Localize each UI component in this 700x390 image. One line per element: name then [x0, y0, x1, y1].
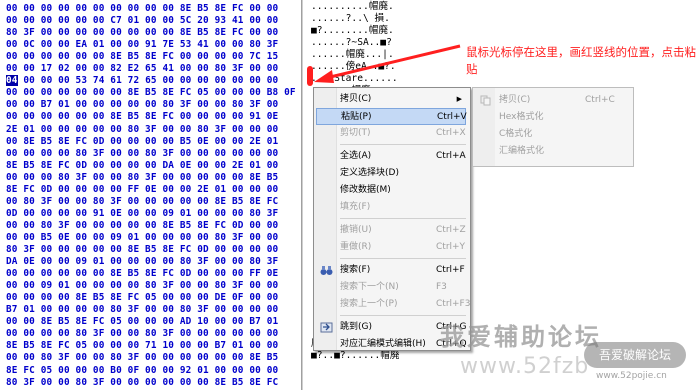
hex-row[interactable]: 00 00 17 02 00 00 82 E2 65 41 00 00 80 3…: [6, 62, 278, 75]
menu-separator: [340, 218, 466, 219]
menu-item-shortcut: Ctrl+F: [436, 265, 465, 275]
hex-dump-pane[interactable]: 00 00 00 00 00 00 00 00 00 00 8E B5 8E F…: [0, 0, 300, 390]
menu-item: 搜索下一个(N) F3: [316, 279, 466, 296]
copy-icon: [480, 95, 491, 106]
menu-item-label: 剪切(T): [340, 128, 371, 138]
submenu-item-label: C格式化: [499, 129, 533, 139]
selected-byte[interactable]: 04: [6, 75, 18, 87]
watermark-title: 我爱辅助论坛: [440, 323, 602, 351]
hex-row[interactable]: 04 00 00 00 53 74 61 72 65 00 00 00 00 0…: [6, 74, 278, 87]
hex-row[interactable]: 00 00 00 80 3F 00 00 80 3F 00 00 00 00 0…: [6, 171, 278, 184]
ascii-row[interactable]: ■?........帽廃.: [311, 24, 394, 37]
menu-separator: [340, 315, 466, 316]
hex-row[interactable]: 00 00 00 00 00 00 8E B5 8E FC 00 00 00 0…: [6, 50, 278, 63]
hex-row[interactable]: 00 00 B7 01 00 00 00 00 00 80 3F 00 00 8…: [6, 98, 278, 111]
submenu-item-label: 拷贝(C): [499, 95, 531, 105]
hex-row[interactable]: 00 00 00 00 80 3F 00 00 80 3F 00 00 00 0…: [6, 147, 278, 160]
hex-row[interactable]: 00 8E B5 8E FC 0D 00 00 00 00 B5 0E 00 0…: [6, 135, 278, 148]
menu-item-shortcut: Ctrl+V: [437, 112, 467, 122]
menu-item-label: 搜索下一个(N): [340, 282, 399, 292]
hex-row[interactable]: 00 00 00 00 00 00 00 00 00 00 8E B5 8E F…: [6, 2, 278, 15]
menu-item-shortcut: Ctrl+F3: [436, 299, 471, 309]
hex-row[interactable]: B7 01 00 00 00 00 80 3F 00 00 80 3F 00 0…: [6, 303, 278, 316]
annotation-text: 鼠标光标停在这里，画红竖线的位置，点击粘贴: [466, 45, 696, 76]
menu-item-label: 全选(A): [340, 151, 372, 161]
menu-separator: [340, 144, 466, 145]
binoculars-icon: [320, 264, 333, 277]
menu-item: 撤销(U) Ctrl+Z: [316, 222, 466, 239]
menu-item: 剪切(T) Ctrl+X: [316, 125, 466, 142]
hex-row[interactable]: 00 00 80 3F 00 00 00 00 00 8E B5 8E FC 0…: [6, 219, 278, 232]
menu-item: 重做(R) Ctrl+Y: [316, 239, 466, 256]
submenu-item-label: 汇编格式化: [499, 146, 545, 156]
hex-row[interactable]: DA 0E 00 00 09 01 00 00 00 00 80 3F 00 0…: [6, 255, 278, 268]
menu-item[interactable]: 拷贝(C) ▶: [316, 91, 466, 108]
hex-row[interactable]: 8E B5 8E FC 0D 00 00 00 00 DA 0E 00 00 2…: [6, 159, 278, 172]
menu-item-label: 重做(R): [340, 242, 372, 252]
ascii-row[interactable]: ..........帽廃.: [311, 0, 394, 13]
hex-row[interactable]: 2E 01 00 00 00 00 00 80 3F 00 00 80 3F 0…: [6, 123, 278, 136]
hex-row[interactable]: 8E B5 8E FC 05 00 00 00 71 10 00 00 B7 0…: [6, 339, 278, 352]
menu-item-label: 搜索(F): [340, 265, 371, 275]
hex-row[interactable]: 00 00 B5 0E 00 00 09 01 00 00 00 00 80 3…: [6, 231, 278, 244]
hex-row[interactable]: 80 3F 00 00 00 00 00 00 00 00 8E B5 8E F…: [6, 26, 278, 39]
menu-item-label: 修改数据(M): [340, 185, 391, 195]
submenu-item-shortcut: Ctrl+C: [585, 95, 615, 105]
hex-row[interactable]: 00 00 00 00 00 00 00 8E B5 8E FC 05 00 0…: [6, 86, 296, 99]
context-menu: 拷贝(C) ▶ 粘贴(P) Ctrl+V 剪切(T) Ctrl+X 全选(A) Ctrl+A 定…: [313, 87, 471, 351]
submenu-item-label: Hex格式化: [499, 112, 544, 122]
menu-item[interactable]: 修改数据(M): [316, 182, 466, 199]
menu-item: 搜索上一个(P) Ctrl+F3: [316, 296, 470, 313]
menu-item-label: 搜索上一个(P): [340, 299, 398, 309]
menu-item[interactable]: 全选(A) Ctrl+A: [316, 148, 466, 165]
copy-submenu: 拷贝(C) Ctrl+C Hex格式化 C格式化汇编格式化: [472, 87, 634, 167]
hex-row[interactable]: 00 00 00 00 8E B5 8E FC 05 00 00 00 DE 0…: [6, 291, 278, 304]
hex-row[interactable]: 00 0C 00 00 EA 01 00 00 91 7E 53 41 00 0…: [6, 38, 278, 51]
watermark-badge: 吾爱破解论坛: [584, 342, 686, 368]
menu-item-shortcut: Ctrl+A: [436, 151, 466, 161]
ascii-row[interactable]: ......?..\ 損.: [311, 12, 390, 25]
submenu-arrow-icon: ▶: [456, 95, 462, 103]
submenu-item: 拷贝(C) Ctrl+C: [475, 92, 631, 109]
hex-row[interactable]: 0D 00 00 00 00 91 0E 00 00 09 01 00 00 0…: [6, 207, 278, 220]
menu-item[interactable]: 定义选择块(D): [316, 165, 466, 182]
menu-item-label: 跳到(G): [340, 322, 372, 332]
menu-item-label: 撤销(U): [340, 225, 372, 235]
submenu-item: Hex格式化: [475, 109, 631, 126]
submenu-item: C格式化: [475, 126, 631, 143]
hex-row[interactable]: 00 00 8E B5 8E FC 05 00 00 00 AD 10 00 0…: [6, 315, 278, 328]
menu-item-shortcut: Ctrl+X: [436, 128, 466, 138]
menu-item-shortcut: F3: [436, 282, 447, 292]
watermark-domain: www.52fzb: [460, 354, 590, 379]
hex-row[interactable]: 00 00 00 00 00 00 C7 01 00 00 5C 20 93 4…: [6, 14, 278, 27]
submenu-item: 汇编格式化: [475, 143, 631, 160]
hex-row[interactable]: 8E FC 0D 00 00 00 00 FF 0E 00 00 2E 01 0…: [6, 183, 278, 196]
hex-row[interactable]: 80 3F 00 00 00 00 00 8E B5 8E FC 0D 00 0…: [6, 243, 278, 256]
hex-row[interactable]: 00 00 80 3F 00 00 80 3F 00 00 00 00 00 0…: [6, 351, 278, 364]
menu-item-shortcut: Ctrl+Z: [436, 225, 466, 235]
watermark-url: www.52pojie.cn: [596, 371, 667, 381]
hex-row[interactable]: 00 00 09 01 00 00 00 00 80 3F 00 00 80 3…: [6, 279, 278, 292]
menu-item-shortcut: Ctrl+Y: [436, 242, 466, 252]
menu-item[interactable]: 粘贴(P) Ctrl+V: [316, 108, 467, 125]
hex-row[interactable]: 80 3F 00 00 80 3F 00 00 00 00 00 00 8E B…: [6, 376, 278, 389]
pane-divider[interactable]: [301, 0, 304, 390]
menu-item-label: 拷贝(C): [340, 94, 372, 104]
goto-icon: [320, 321, 333, 334]
hex-row[interactable]: 00 80 3F 00 00 80 3F 00 00 00 00 00 8E B…: [6, 195, 278, 208]
hex-row[interactable]: 00 00 00 00 00 00 8E B5 8E FC 00 00 00 0…: [6, 110, 278, 123]
menu-item-label: 对应汇编模式编辑(H): [340, 339, 426, 349]
menu-item-label: 粘贴(P): [341, 112, 372, 122]
annotation-arrow: [314, 44, 461, 83]
menu-item-label: 填充(F): [340, 202, 371, 212]
hex-row[interactable]: 00 00 00 00 80 3F 00 00 80 3F 00 00 00 0…: [6, 327, 278, 340]
menu-item-label: 定义选择块(D): [340, 168, 399, 178]
menu-item: 填充(F): [316, 199, 466, 216]
menu-separator: [340, 258, 466, 259]
menu-item[interactable]: 搜索(F) Ctrl+F: [316, 262, 466, 279]
hex-row[interactable]: 00 00 00 00 00 00 8E B5 8E FC 0D 00 00 0…: [6, 267, 278, 280]
hex-row[interactable]: 8E FC 05 00 00 00 B0 0F 00 00 92 01 00 0…: [6, 364, 278, 377]
